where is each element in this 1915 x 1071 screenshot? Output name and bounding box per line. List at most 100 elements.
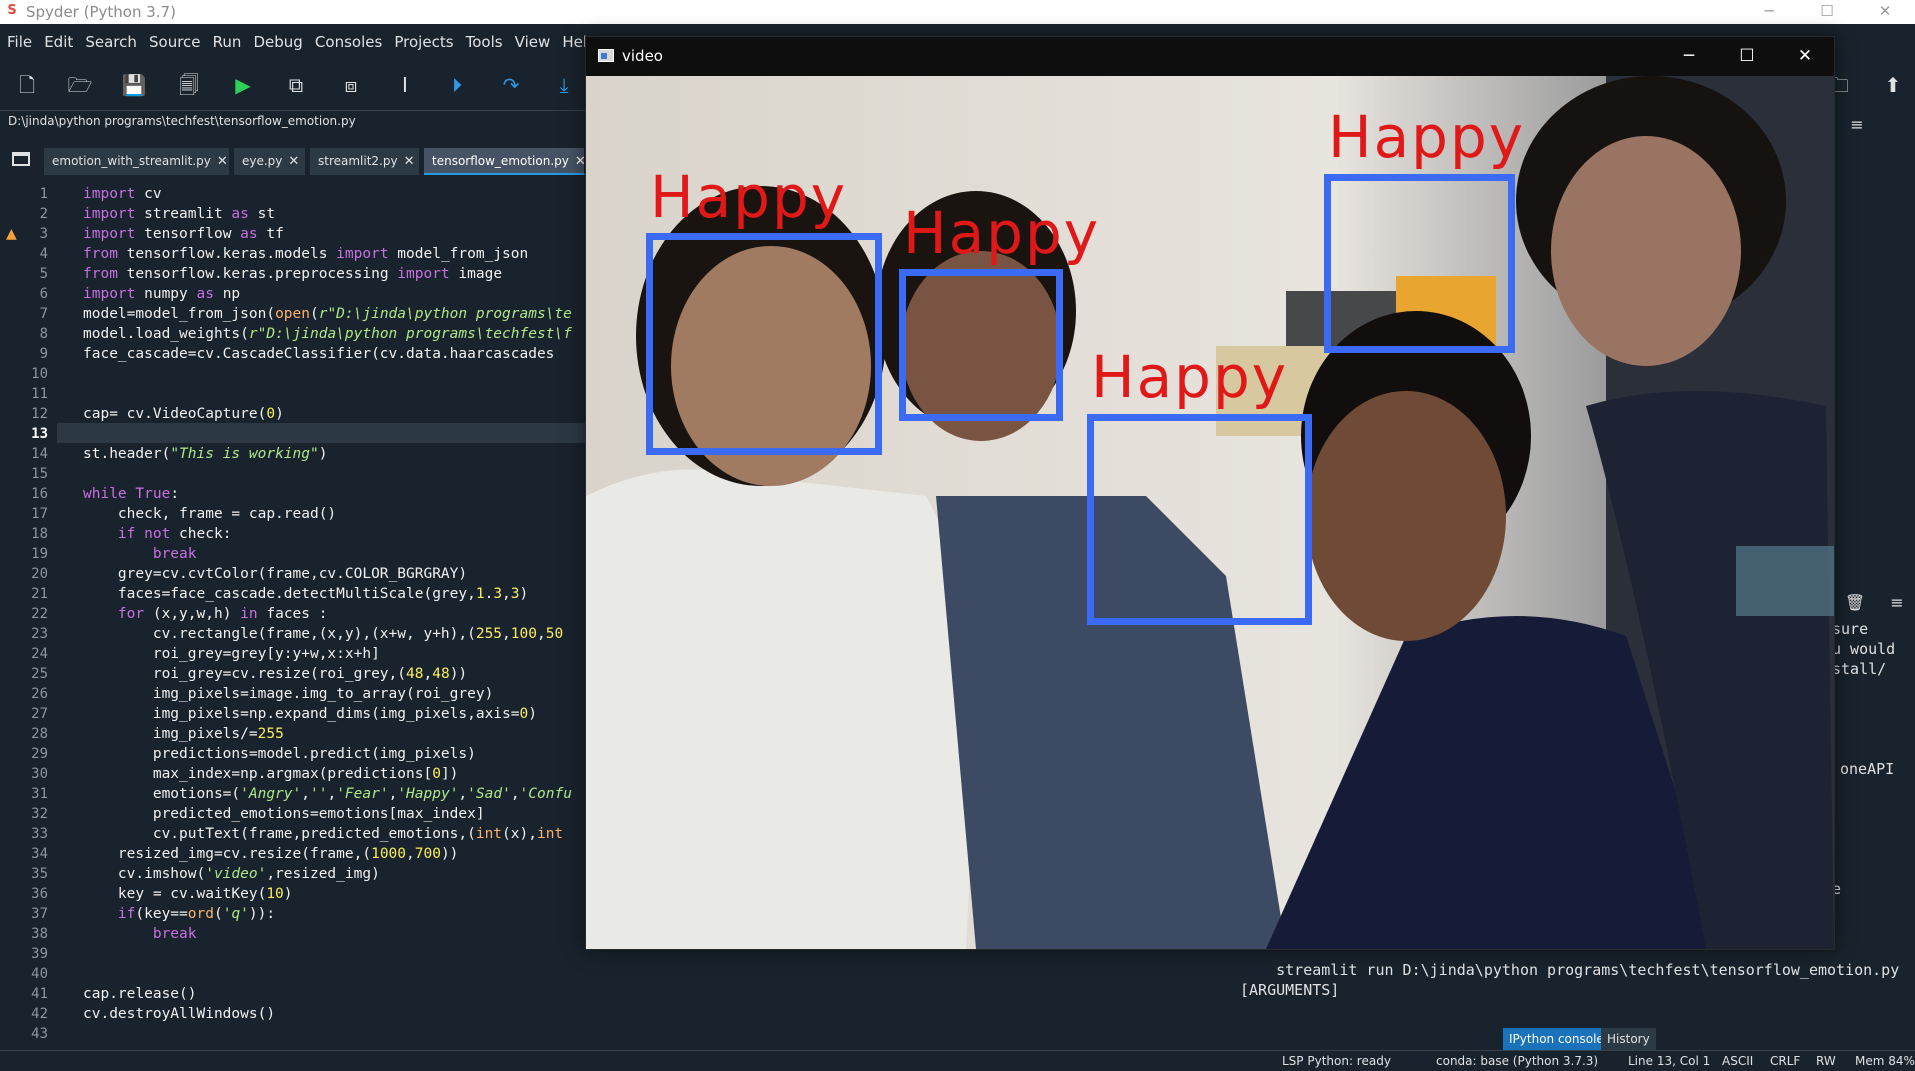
tab-emotion-with-streamlit[interactable]: emotion_with_streamlit.py ✕ [44, 148, 230, 175]
save-all-icon[interactable]: 🗐 [176, 72, 202, 98]
video-close-button[interactable]: ✕ [1776, 37, 1834, 76]
step-icon[interactable]: ↷ [498, 72, 524, 98]
emotion-label: Happy [650, 163, 848, 231]
browse-tabs-icon[interactable] [12, 152, 30, 166]
code-line[interactable]: cv.imshow('video',resized_img) [83, 864, 380, 884]
new-file-icon[interactable]: 🗋 [14, 72, 40, 98]
close-tab-icon[interactable]: ✕ [217, 154, 228, 169]
code-line[interactable]: model.load_weights(r"D:\jinda\python pro… [83, 324, 572, 344]
face-detection-box [646, 233, 882, 455]
debug-icon[interactable]: ⏵ [444, 72, 470, 98]
video-window-title: video [622, 47, 663, 65]
menu-projects[interactable]: Projects [394, 24, 453, 51]
code-line[interactable]: st.header("This is working") [83, 444, 327, 464]
line-number: 18 [31, 526, 48, 542]
parent-directory-icon[interactable]: ⬆ [1880, 72, 1906, 98]
line-number: 4 [39, 246, 48, 262]
code-line[interactable]: cv.destroyAllWindows() [83, 1004, 275, 1024]
video-maximize-button[interactable]: ☐ [1718, 37, 1776, 76]
line-number: 5 [39, 266, 48, 282]
open-file-icon[interactable]: 🗁 [67, 72, 93, 98]
run-cell-icon[interactable]: ⧉ [283, 72, 309, 98]
video-minimize-button[interactable]: ─ [1660, 37, 1718, 76]
code-line[interactable]: roi_grey=cv.resize(roi_grey,(48,48)) [83, 664, 467, 684]
menu-tools[interactable]: Tools [466, 24, 503, 51]
code-line[interactable]: max_index=np.argmax(predictions[0]) [83, 764, 459, 784]
code-line[interactable]: model=model_from_json(open(r"D:\jinda\py… [83, 304, 572, 324]
console-options-icon[interactable]: ≡ [1884, 590, 1910, 616]
run-selection-icon[interactable]: I [392, 72, 418, 98]
line-number: 36 [31, 886, 48, 902]
close-button[interactable]: ✕ [1856, 0, 1914, 24]
code-line[interactable]: cv.rectangle(frame,(x,y),(x+w, y+h),(255… [83, 624, 563, 644]
code-line[interactable]: resized_img=cv.resize(frame,(1000,700)) [83, 844, 459, 864]
code-line[interactable]: import streamlit as st [83, 204, 275, 224]
menu-edit[interactable]: Edit [44, 24, 73, 51]
code-line[interactable]: emotions=('Angry','','Fear','Happy','Sad… [83, 784, 572, 804]
code-line[interactable]: for (x,y,w,h) in faces : [83, 604, 328, 624]
step-into-icon[interactable]: ⤓ [551, 72, 577, 98]
code-line[interactable]: while True: [83, 484, 179, 504]
menu-consoles[interactable]: Consoles [315, 24, 382, 51]
code-line[interactable]: key = cv.waitKey(10) [83, 884, 293, 904]
code-line[interactable]: roi_grey=grey[y:y+w,x:x+h] [83, 644, 380, 664]
code-line[interactable]: faces=face_cascade.detectMultiScale(grey… [83, 584, 528, 604]
code-line[interactable]: face_cascade=cv.CascadeClassifier(cv.dat… [83, 344, 554, 364]
minimize-button[interactable]: ─ [1740, 0, 1798, 24]
video-window-icon [598, 49, 614, 62]
tab-eye[interactable]: eye.py ✕ [234, 148, 306, 175]
code-line[interactable]: cv.putText(frame,predicted_emotions,(int… [83, 824, 563, 844]
webcam-frame: Happy Happy Happy Happy [586, 76, 1834, 949]
code-line[interactable]: import cv [83, 184, 162, 204]
menu-search[interactable]: Search [85, 24, 137, 51]
code-line[interactable]: check, frame = cap.read() [83, 504, 336, 524]
tab-ipython-console[interactable]: IPython console [1503, 1028, 1610, 1050]
code-line[interactable]: import tensorflow as tf [83, 224, 284, 244]
code-line[interactable]: img_pixels/=255 [83, 724, 284, 744]
code-line[interactable]: img_pixels=image.img_to_array(roi_grey) [83, 684, 493, 704]
video-window[interactable]: video ─ ☐ ✕ Happy Happy Happy Happy [585, 36, 1835, 950]
tab-history[interactable]: History [1601, 1028, 1656, 1050]
face-detection-box [1324, 174, 1515, 353]
code-editor[interactable]: 1 2 3 ▲ 4 5 6 7 8 9 10 11 12 13 14 15 16 17 18 19 20 21 22 23 24… [0, 178, 585, 1048]
video-title-bar[interactable]: video ─ ☐ ✕ [586, 37, 1834, 76]
code-line[interactable]: img_pixels=np.expand_dims(img_pixels,axi… [83, 704, 537, 724]
menu-file[interactable]: File [7, 24, 32, 51]
warning-icon[interactable]: ▲ [6, 226, 22, 242]
code-line[interactable]: break [83, 544, 197, 564]
line-number: 20 [31, 566, 48, 582]
file-encoding: ASCII [1722, 1054, 1754, 1068]
console-fragment: u would [1832, 640, 1896, 658]
run-icon[interactable]: ▶ [230, 72, 256, 98]
code-line[interactable]: break [83, 924, 197, 944]
ipython-console-output[interactable]: streamlit run D:\jinda\python programs\t… [1240, 960, 1910, 1000]
conda-env: conda: base (Python 3.7.3) [1436, 1054, 1599, 1068]
code-line[interactable]: cap.release() [83, 984, 197, 1004]
menu-run[interactable]: Run [213, 24, 242, 51]
tab-streamlit2[interactable]: streamlit2.py ✕ [310, 148, 420, 175]
save-icon[interactable]: 💾 [121, 72, 147, 98]
menu-debug[interactable]: Debug [253, 24, 302, 51]
clear-console-icon[interactable]: 🗑 [1842, 590, 1868, 616]
code-line[interactable]: if not check: [83, 524, 232, 544]
code-line[interactable]: grey=cv.cvtColor(frame,cv.COLOR_BGRGRAY) [83, 564, 467, 584]
close-tab-icon[interactable]: ✕ [288, 154, 299, 169]
menu-source[interactable]: Source [149, 24, 201, 51]
maximize-button[interactable]: ☐ [1798, 0, 1856, 24]
code-line[interactable]: predicted_emotions=emotions[max_index] [83, 804, 485, 824]
run-cell-advance-icon[interactable]: ⧈ [338, 72, 364, 98]
current-line-highlight [57, 423, 585, 443]
code-line[interactable]: from tensorflow.keras.preprocessing impo… [83, 264, 502, 284]
tab-tensorflow-emotion[interactable]: tensorflow_emotion.py ✕ [424, 148, 586, 175]
code-line[interactable]: if(key==ord('q')): [83, 904, 275, 924]
code-line[interactable]: predictions=model.predict(img_pixels) [83, 744, 476, 764]
console-fragment: sure [1832, 620, 1869, 638]
code-line[interactable]: from tensorflow.keras.models import mode… [83, 244, 528, 264]
code-line[interactable]: import numpy as np [83, 284, 240, 304]
pane-options-icon[interactable]: ≡ [1844, 112, 1870, 138]
close-tab-icon[interactable]: ✕ [404, 154, 415, 169]
line-number: 39 [31, 946, 48, 962]
menu-view[interactable]: View [515, 24, 551, 51]
line-number: 21 [31, 586, 48, 602]
code-line[interactable]: cap= cv.VideoCapture(0) [83, 404, 284, 424]
